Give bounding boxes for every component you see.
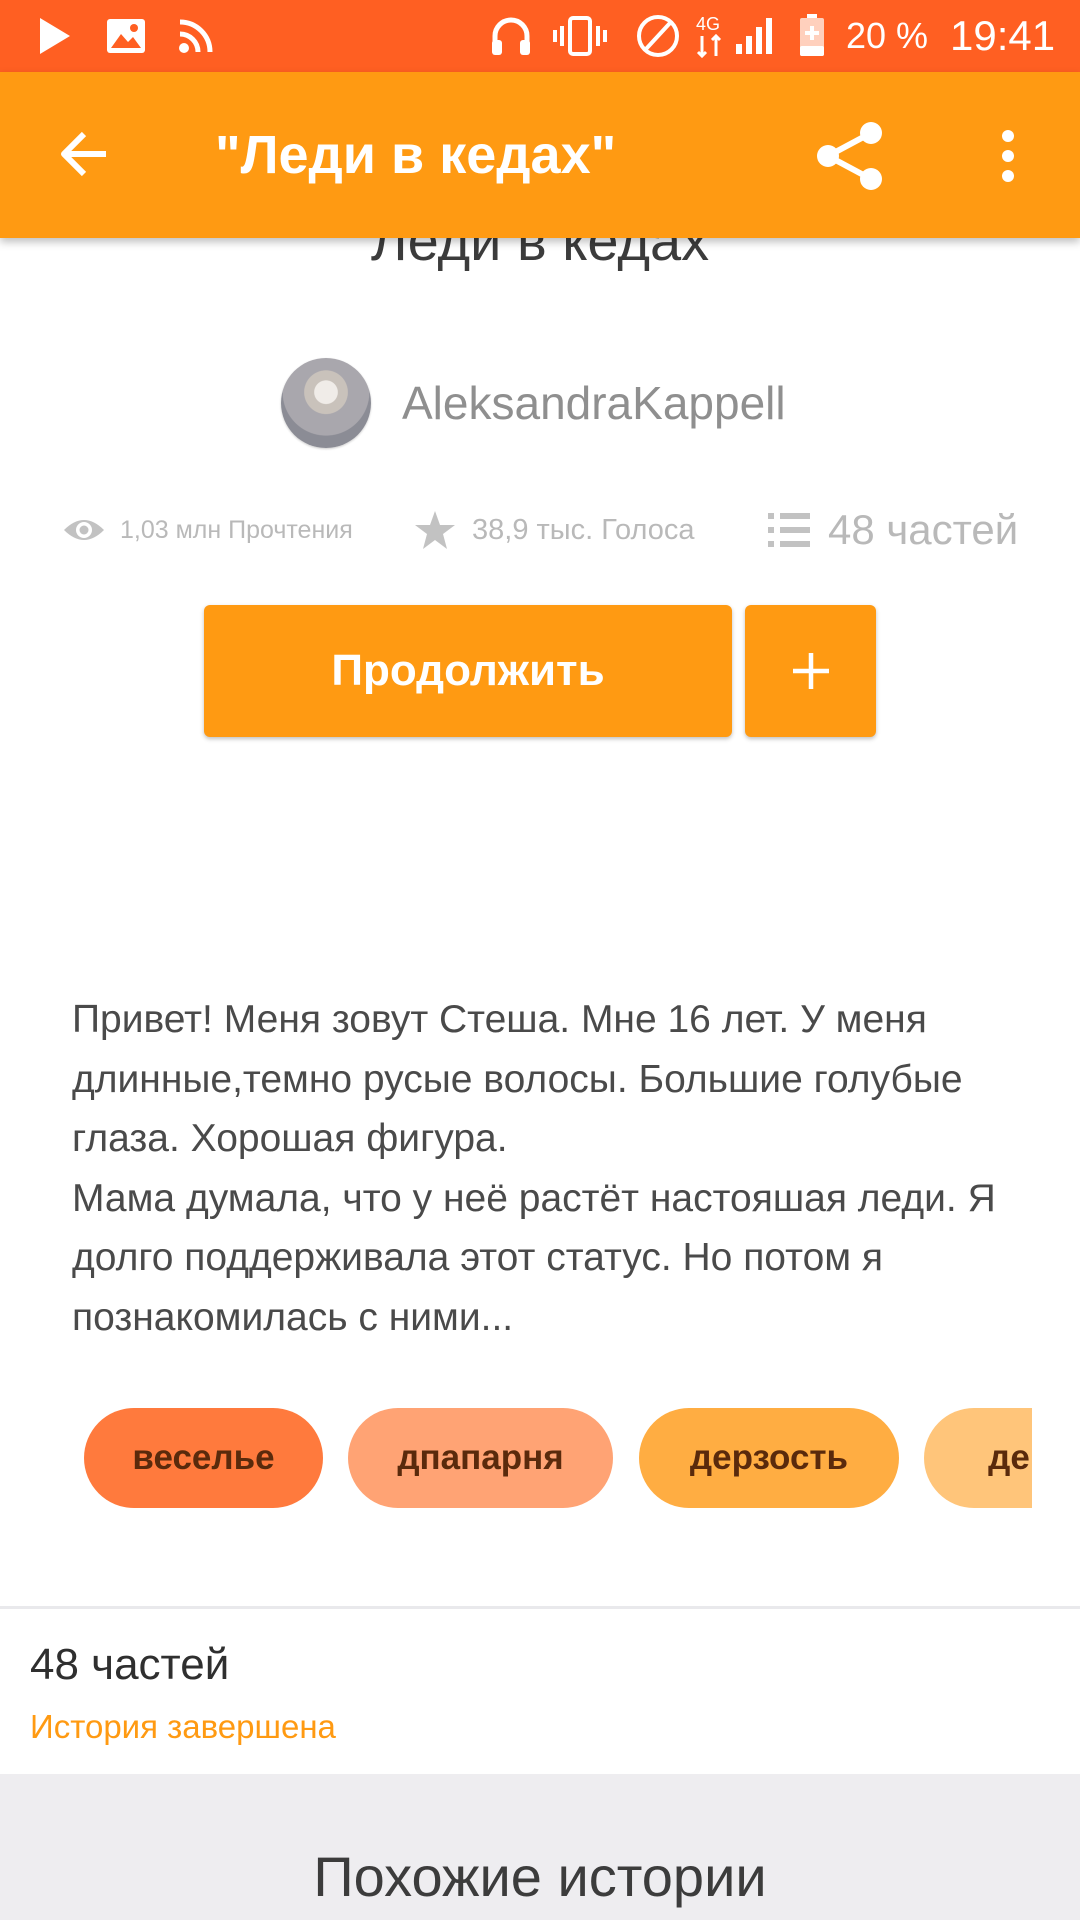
battery-percent: 20 % bbox=[846, 15, 929, 56]
parts-stat: 48 частей bbox=[768, 500, 1018, 560]
do-not-disturb-icon bbox=[636, 0, 680, 72]
app-bar-title: "Леди в кедах" bbox=[215, 125, 617, 185]
section-divider bbox=[0, 1606, 1080, 1609]
app-bar: "Леди в кедах" bbox=[0, 72, 1080, 238]
tag-chip[interactable]: дерзость bbox=[639, 1408, 899, 1508]
similar-stories-title: Похожие истории bbox=[313, 1845, 767, 1908]
signal-icon bbox=[734, 0, 776, 72]
description-paragraph: Мама думала, что у неё растёт настояшая … bbox=[72, 1176, 996, 1339]
tag-chip[interactable]: де bbox=[924, 1408, 1032, 1508]
author-avatar[interactable] bbox=[281, 358, 371, 448]
status-bar: 4G 20 % 19:41 bbox=[0, 0, 1080, 72]
parts-count-stat: 48 частей bbox=[828, 506, 1019, 553]
story-description: Привет! Меня зовут Стеша. Мне 16 лет. У … bbox=[72, 990, 1012, 1347]
network-type-label: 4G bbox=[696, 14, 720, 34]
tag-label: де bbox=[988, 1438, 1030, 1477]
tag-list: веселье дпапарня дерзость де bbox=[84, 1408, 1032, 1508]
author-name[interactable]: AleksandraKappell bbox=[402, 376, 786, 430]
continue-reading-button[interactable]: Продолжить bbox=[204, 605, 732, 737]
description-paragraph: Привет! Меня зовут Стеша. Мне 16 лет. У … bbox=[72, 998, 963, 1160]
share-button[interactable] bbox=[810, 116, 890, 196]
play-icon bbox=[36, 0, 72, 72]
list-icon bbox=[768, 513, 810, 547]
share-icon bbox=[817, 122, 882, 190]
back-button[interactable] bbox=[48, 118, 120, 190]
battery-icon bbox=[798, 0, 826, 72]
votes-count: 38,9 тыс. Голоса bbox=[472, 513, 695, 546]
image-icon bbox=[106, 0, 146, 72]
vibrate-icon bbox=[552, 0, 608, 72]
more-vertical-icon bbox=[1002, 130, 1014, 182]
author-link[interactable]: AleksandraKappell bbox=[281, 358, 786, 448]
reads-stat: 1,03 млн Прочтения bbox=[62, 500, 353, 560]
tag-chip[interactable]: дпапарня bbox=[348, 1408, 613, 1508]
reads-count: 1,03 млн Прочтения bbox=[120, 515, 353, 544]
story-status: История завершена bbox=[30, 1708, 336, 1745]
star-icon bbox=[415, 511, 455, 549]
rss-icon bbox=[178, 0, 214, 72]
plus-icon bbox=[792, 653, 829, 689]
add-to-library-button[interactable] bbox=[745, 605, 876, 737]
headphones-icon bbox=[490, 0, 532, 72]
arrow-back-icon bbox=[61, 131, 106, 177]
parts-count[interactable]: 48 частей bbox=[30, 1640, 229, 1690]
eye-icon bbox=[64, 520, 104, 540]
clock: 19:41 bbox=[950, 12, 1056, 59]
tag-chip[interactable]: веселье bbox=[84, 1408, 323, 1508]
network-type-icon: 4G bbox=[694, 0, 734, 72]
more-options-button[interactable] bbox=[980, 116, 1036, 196]
votes-stat: 38,9 тыс. Голоса bbox=[414, 500, 695, 560]
